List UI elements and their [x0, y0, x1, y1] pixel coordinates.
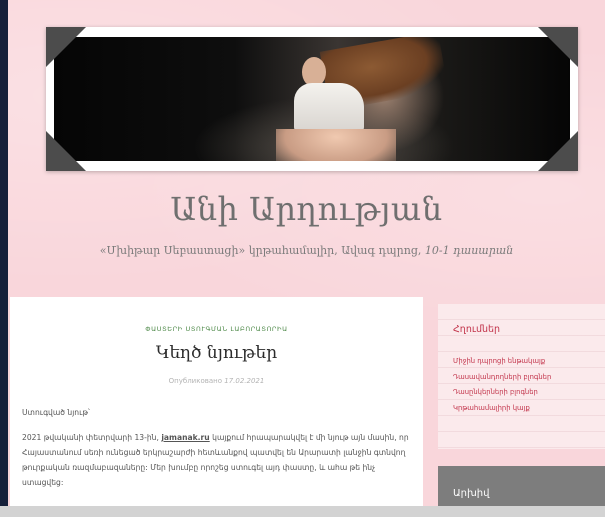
photo-corner-top-left [46, 27, 86, 67]
header-photo [54, 37, 570, 161]
post-card: ՓԱՍՏԵՐԻ ՍՏՈՒԳՄԱՆ ԼԱԲՈՐԱՏՈՐԻԱ Կեղծ նյութե… [10, 297, 423, 517]
post-date-label: Опубликовано [168, 377, 223, 385]
header-photo-frame [46, 27, 578, 171]
post-body: Ստուգված նյութ՝ 2021 թվականի փետրվարի 13… [22, 405, 412, 500]
post-title[interactable]: Կեղծ նյութեր [10, 343, 423, 363]
sidebar-link-complex-site[interactable]: Կրթահամալիրի կայք [453, 404, 551, 420]
site-description-main: «Մխիթար Սեբաստացի» կրթահամալիր, Ավագ դպր… [99, 244, 425, 257]
photo-figure-skirt [276, 129, 396, 161]
post-date: Опубликовано 17.02.2021 [10, 377, 423, 385]
post-paragraph-text: 2021 թվականի փետրվարի 13-ին, [22, 433, 162, 442]
links-widget: Հղումներ Միջին դպրոցի ենթակայք Դասավանդո… [438, 304, 605, 449]
sidebar-link-middle-school[interactable]: Միջին դպրոցի ենթակայք [453, 357, 551, 373]
photo-corner-bottom-right [538, 131, 578, 171]
jamanak-link[interactable]: jamanak.ru [161, 433, 209, 442]
sidebar-link-classmates-blogs[interactable]: Դասընկերների բլոգներ [453, 388, 551, 404]
archive-widget-title: Արխիվ [453, 488, 490, 499]
site-description: «Մխիթար Սեբաստացի» կրթահամալիր, Ավագ դպր… [8, 244, 605, 257]
links-widget-title: Հղումներ [453, 324, 501, 335]
photo-corner-bottom-left [46, 131, 86, 171]
horizontal-scrollbar[interactable] [0, 506, 605, 517]
site-description-class: 10-1 դասարան [424, 244, 514, 257]
links-list: Միջին դպրոցի ենթակայք Դասավանդողների բլո… [453, 357, 551, 419]
post-category-link[interactable]: ՓԱՍՏԵՐԻ ՍՏՈՒԳՄԱՆ ԼԱԲՈՐԱՏՈՐԻԱ [10, 325, 423, 333]
post-paragraph: 2021 թվականի փետրվարի 13-ին, jamanak.ru … [22, 430, 412, 490]
site-title[interactable]: Անի Արղության [8, 190, 605, 228]
photo-figure-jacket [294, 83, 364, 133]
post-date-value[interactable]: 17.02.2021 [224, 377, 264, 385]
post-paragraph: Ստուգված նյութ՝ [22, 408, 90, 417]
photo-corner-top-right [538, 27, 578, 67]
sidebar-link-teachers-blogs[interactable]: Դասավանդողների բլոգներ [453, 373, 551, 389]
site: Անի Արղության «Մխիթար Սեբաստացի» կրթահամ… [8, 0, 605, 517]
